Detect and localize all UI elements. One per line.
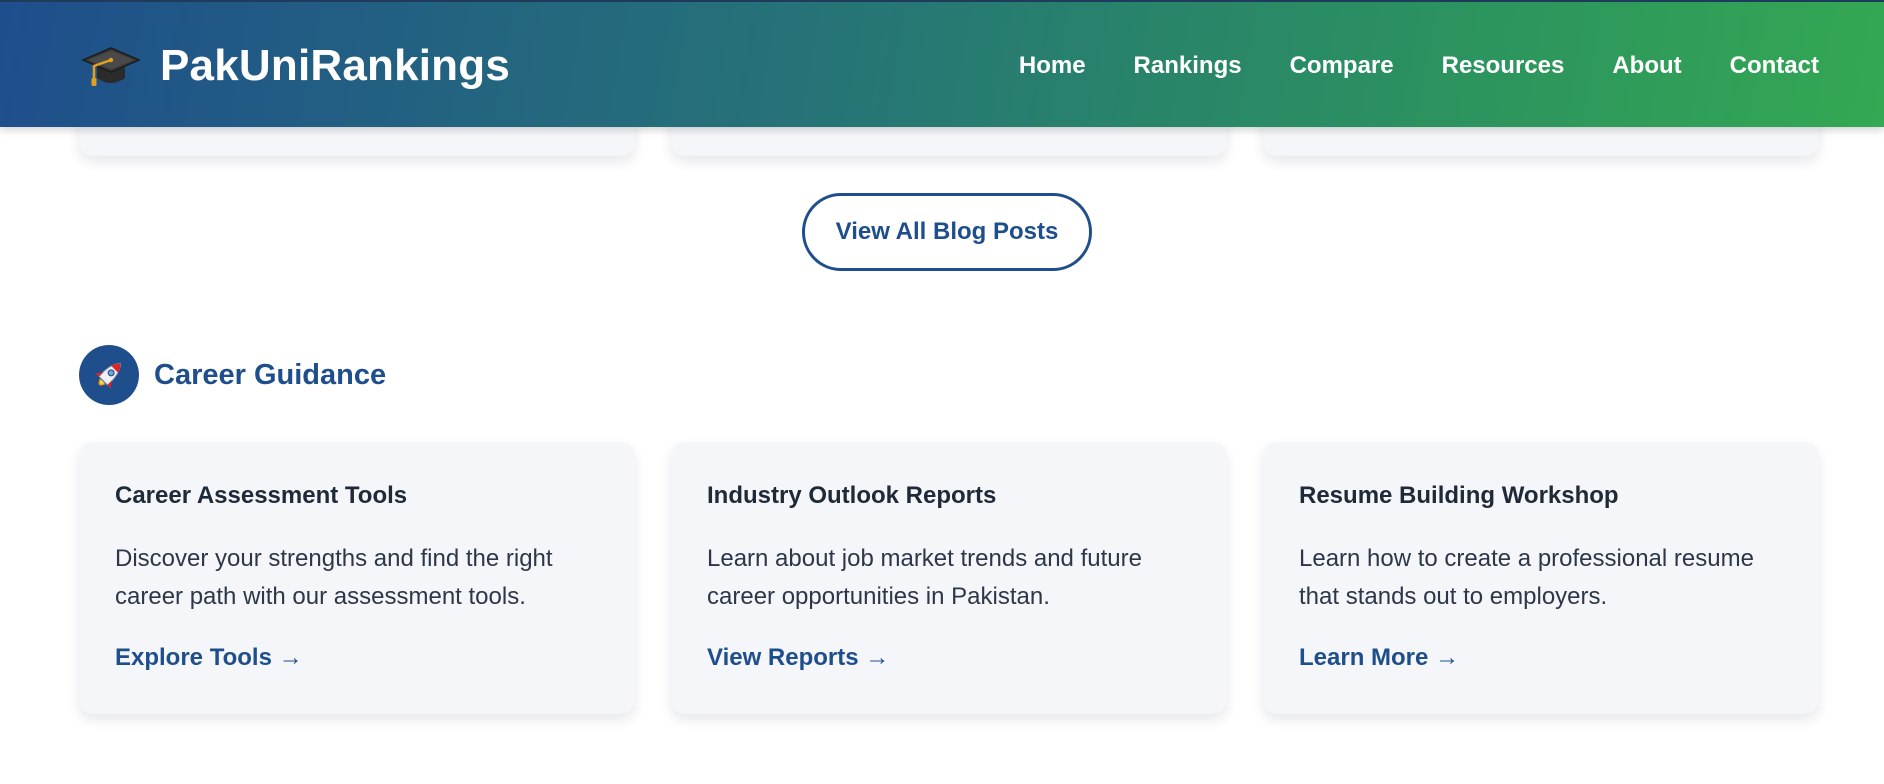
- career-card: Career Assessment Tools Discover your st…: [79, 442, 635, 714]
- view-reports-link[interactable]: View Reports →: [707, 642, 889, 674]
- nav-about[interactable]: About: [1612, 50, 1681, 82]
- nav-contact[interactable]: Contact: [1730, 50, 1819, 82]
- career-guidance-heading: Career Guidance: [79, 345, 386, 405]
- rocket-icon: [79, 345, 139, 405]
- nav-rankings[interactable]: Rankings: [1134, 50, 1242, 82]
- card-description: Learn how to create a professional resum…: [1299, 545, 1754, 610]
- card-title: Career Assessment Tools: [115, 482, 408, 509]
- card-title: Resume Building Workshop: [1299, 482, 1619, 509]
- nav-resources[interactable]: Resources: [1442, 50, 1565, 82]
- site-header: PakUniRankings Home Rankings Compare Res…: [0, 0, 1884, 127]
- career-card: Industry Outlook Reports Learn about job…: [671, 442, 1227, 714]
- graduation-cap-icon: [81, 47, 141, 86]
- explore-tools-link[interactable]: Explore Tools →: [115, 642, 303, 674]
- section-title: Career Guidance: [154, 358, 387, 391]
- card-title: Industry Outlook Reports: [707, 482, 997, 509]
- nav-compare[interactable]: Compare: [1290, 50, 1394, 82]
- card-description: Learn about job market trends and future…: [707, 545, 1142, 610]
- nav-home[interactable]: Home: [1019, 50, 1086, 82]
- main-nav: Home Rankings Compare Resources About Co…: [971, 50, 1819, 82]
- brand[interactable]: PakUniRankings: [80, 40, 510, 92]
- card-description: Discover your strengths and find the rig…: [115, 545, 553, 610]
- brand-name: PakUniRankings: [160, 41, 511, 90]
- career-card: Resume Building Workshop Learn how to cr…: [1263, 442, 1819, 714]
- learn-more-link[interactable]: Learn More →: [1299, 642, 1459, 674]
- view-all-blog-posts-button[interactable]: View All Blog Posts: [802, 193, 1092, 271]
